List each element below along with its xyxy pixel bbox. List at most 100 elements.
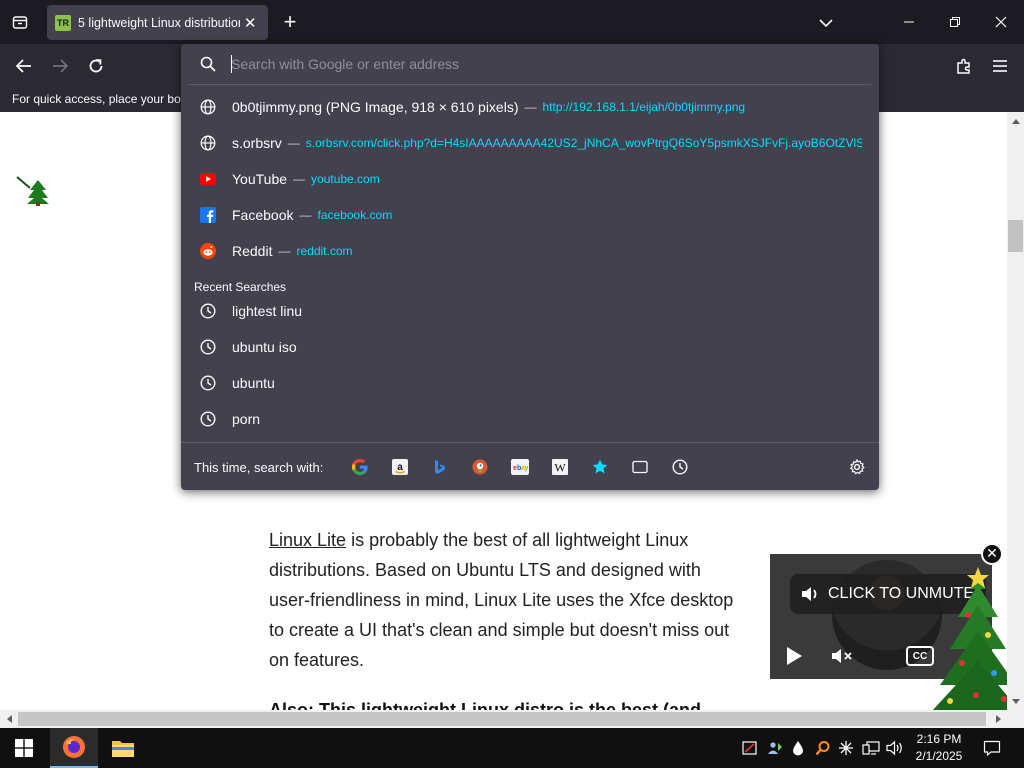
forward-icon[interactable] — [46, 52, 74, 80]
bookmarks-hint: For quick access, place your boo — [12, 92, 188, 106]
divider — [181, 442, 879, 443]
security-tray-icon[interactable] — [740, 738, 760, 758]
suggestion-row[interactable]: s.orbsrv — s.orbsrv.com/click.php?d=H4sI… — [189, 126, 871, 160]
suggestion-row[interactable]: 0b0tjimmy.png (PNG Image, 918 × 610 pixe… — [189, 90, 871, 124]
file-explorer-icon[interactable] — [99, 728, 147, 768]
clock-icon — [200, 339, 216, 355]
linux-lite-link[interactable]: Linux Lite — [269, 530, 346, 550]
suggestion-url: youtube.com — [311, 172, 380, 186]
vertical-scroll-thumb[interactable] — [1008, 220, 1023, 252]
svg-text:a: a — [397, 462, 403, 473]
bookmarks-star-icon[interactable] — [588, 456, 612, 478]
muted-speaker-icon[interactable] — [830, 644, 856, 668]
close-window-icon[interactable] — [978, 0, 1024, 44]
tab-close-icon[interactable]: ✕ — [240, 13, 260, 33]
scroll-right-icon[interactable] — [990, 710, 1007, 728]
hamburger-menu-icon[interactable] — [986, 52, 1014, 80]
recent-search-row[interactable]: porn — [189, 402, 871, 436]
ebay-icon[interactable]: ebay — [508, 456, 532, 478]
volume-tray-icon[interactable] — [885, 738, 905, 758]
suggestion-title: Reddit — [232, 243, 273, 259]
firefox-view-button[interactable] — [6, 10, 34, 34]
search-with-label: This time, search with: — [194, 460, 324, 475]
video-close-icon[interactable]: ✕ — [981, 543, 1003, 565]
svg-text:W: W — [554, 461, 566, 475]
separator: — — [293, 172, 306, 186]
speaker-icon — [802, 587, 817, 601]
active-tab[interactable]: TR 5 lightweight Linux distributions ✕ — [47, 5, 268, 40]
scroll-left-icon[interactable] — [0, 710, 17, 728]
amazon-icon[interactable]: a — [388, 456, 412, 478]
divider — [189, 84, 871, 85]
tabs-icon[interactable] — [628, 456, 652, 478]
chevron-down-icon[interactable] — [814, 11, 838, 35]
tab-strip: TR 5 lightweight Linux distributions ✕ + — [0, 0, 1024, 44]
horizontal-scrollbar[interactable] — [0, 710, 1024, 728]
suggestion-row[interactable]: Reddit — reddit.com — [189, 234, 871, 268]
clock-icon — [200, 411, 216, 427]
recent-searches-heading: Recent Searches — [194, 280, 287, 294]
vertical-scrollbar[interactable] — [1007, 112, 1024, 710]
suggestion-row[interactable]: Facebook — facebook.com — [189, 198, 871, 232]
suggestion-url: http://192.168.1.1/eijah/0b0tjimmy.png — [542, 100, 746, 114]
address-input[interactable] — [231, 53, 851, 75]
firefox-view-icon — [12, 16, 28, 29]
minimize-icon[interactable] — [886, 0, 932, 44]
restore-icon[interactable] — [932, 0, 978, 44]
article-paragraph: Linux Lite is probably the best of all l… — [269, 525, 739, 675]
recent-search-text: ubuntu iso — [232, 339, 297, 355]
duckduckgo-icon[interactable] — [468, 456, 492, 478]
search-tray-icon[interactable] — [813, 738, 833, 758]
suggestion-title: 0b0tjimmy.png (PNG Image, 918 × 610 pixe… — [232, 99, 519, 115]
urlbar-dropdown: 0b0tjimmy.png (PNG Image, 918 × 610 pixe… — [181, 44, 879, 490]
firefox-taskbar-icon[interactable] — [50, 728, 98, 768]
bing-icon[interactable] — [428, 456, 452, 478]
suggestion-title: YouTube — [232, 171, 288, 187]
notification-icon[interactable] — [980, 736, 1004, 760]
recent-search-text: lightest linu — [232, 303, 303, 319]
google-icon[interactable] — [348, 456, 372, 478]
suggestion-title: Facebook — [232, 207, 294, 223]
horizontal-scroll-thumb[interactable] — [18, 712, 986, 726]
globe-icon — [200, 99, 216, 115]
tab-favicon-icon: TR — [55, 14, 71, 31]
scroll-up-icon[interactable] — [1007, 112, 1024, 129]
history-icon[interactable] — [668, 456, 692, 478]
user-network-tray-icon[interactable] — [765, 738, 785, 758]
system-clock[interactable]: 2:16 PM 2/1/2025 — [906, 731, 972, 765]
clock-time: 2:16 PM — [916, 732, 962, 746]
recent-search-row[interactable]: lightest linu — [189, 294, 871, 328]
reddit-icon — [200, 243, 216, 259]
new-tab-icon[interactable]: + — [278, 11, 302, 35]
suggestion-url: facebook.com — [317, 208, 393, 222]
gear-icon[interactable] — [846, 456, 868, 478]
article-next-line: Also: This lightweight Linux distro is t… — [269, 700, 702, 710]
article-body: is probably the best of all lightweight … — [269, 530, 734, 670]
scroll-down-icon[interactable] — [1007, 693, 1024, 710]
clock-date: 2/1/2025 — [915, 749, 963, 763]
recent-search-text: porn — [232, 411, 261, 427]
reload-icon[interactable] — [82, 52, 110, 80]
recent-search-text: ubuntu — [232, 375, 275, 391]
small-tree-cursor-icon — [16, 176, 50, 211]
extensions-icon[interactable] — [950, 52, 978, 80]
clock-icon — [200, 375, 216, 391]
tab-title: 5 lightweight Linux distributions — [78, 15, 241, 30]
search-icon — [200, 56, 216, 77]
recent-search-row[interactable]: ubuntu iso — [189, 330, 871, 364]
facebook-icon — [200, 207, 216, 223]
sparkle-tray-icon[interactable] — [836, 738, 856, 758]
recent-search-row[interactable]: ubuntu — [189, 366, 871, 400]
wikipedia-icon[interactable]: W — [548, 456, 572, 478]
back-icon[interactable] — [10, 52, 38, 80]
windows-start-icon[interactable] — [0, 728, 48, 768]
separator: — — [287, 136, 300, 150]
separator: — — [299, 208, 312, 222]
separator: — — [278, 244, 291, 258]
droplet-tray-icon[interactable] — [788, 738, 808, 758]
play-icon[interactable] — [782, 644, 806, 668]
network-tray-icon[interactable] — [861, 738, 881, 758]
youtube-icon — [200, 171, 216, 187]
suggestion-row[interactable]: YouTube — youtube.com — [189, 162, 871, 196]
clock-icon — [200, 303, 216, 319]
